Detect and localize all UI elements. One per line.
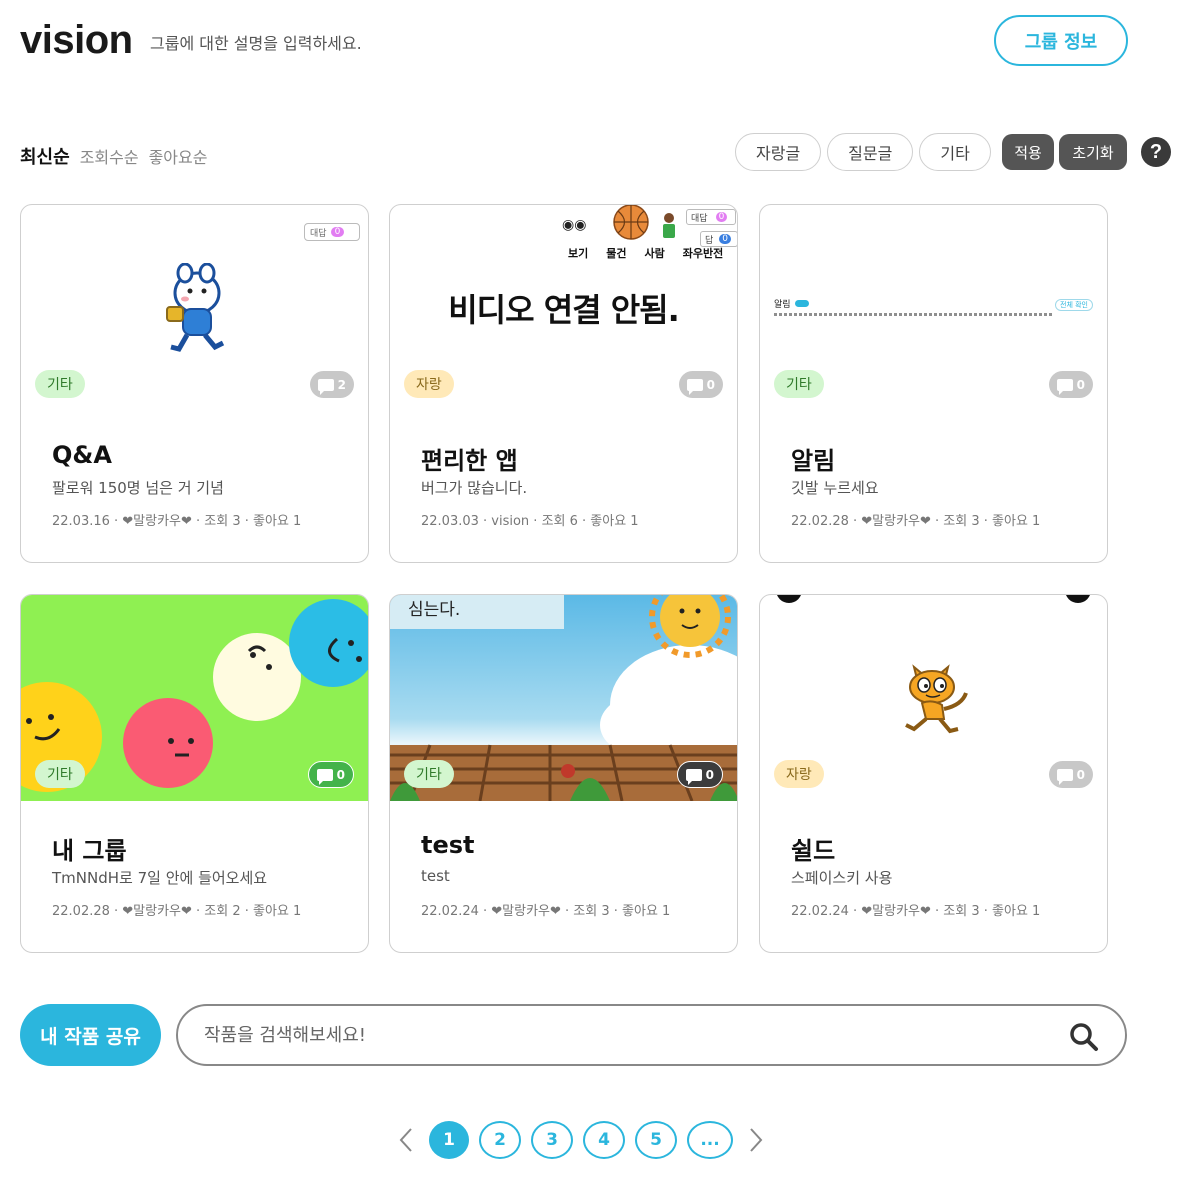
project-card[interactable]: 심는다. 기타 0 test test 22.02.24 · ❤말랑카우❤ · … [389, 594, 738, 953]
card-subtitle: 스페이스키 사용 [791, 869, 893, 887]
card-meta: 22.03.03 · vision · 조회 6 · 좋아요 1 [421, 514, 639, 529]
thumb-dot [794, 300, 809, 307]
page-button-5[interactable]: 5 [635, 1121, 677, 1159]
category-tag: 기타 [35, 370, 85, 398]
card-title: test [421, 831, 475, 859]
sort-options: 최신순 조회수순 좋아요순 [20, 143, 207, 169]
more-pages-button[interactable]: ... [687, 1121, 733, 1159]
card-meta: 22.02.24 · ❤말랑카우❤ · 조회 3 · 좋아요 1 [791, 904, 1041, 919]
card-meta: 22.03.16 · ❤말랑카우❤ · 조회 3 · 좋아요 1 [52, 514, 302, 529]
comment-count-badge: 2 [309, 371, 354, 398]
comment-count-badge: 0 [678, 371, 723, 398]
project-card[interactable]: ◉◉ 대답 0 답 0 보기 물건 사람 좌우반전 비디오 연결 안됨. 자랑 … [389, 204, 738, 563]
category-tag: 기타 [774, 370, 824, 398]
category-tag: 기타 [35, 760, 85, 788]
card-title: 내 그룹 [52, 837, 127, 865]
thumb-label: 보기 [568, 247, 589, 260]
comment-count-badge: 0 [1048, 371, 1093, 398]
corner-dot [1065, 595, 1091, 603]
comment-count: 0 [1076, 377, 1085, 392]
thumb-label: 사람 [644, 247, 665, 260]
sort-likes[interactable]: 좋아요순 [149, 144, 208, 168]
page-button-4[interactable]: 4 [583, 1121, 625, 1159]
search-box [176, 1004, 1127, 1066]
category-tag: 자랑 [404, 370, 454, 398]
thumb-badge-count: 0 [330, 227, 345, 237]
group-info-button[interactable]: 그룹 정보 [994, 15, 1128, 66]
comment-count: 0 [1076, 767, 1085, 782]
project-card[interactable]: 대답 0 기타 2 Q&A 팔로워 150명 넘은 거 기념 22.03.16 … [20, 204, 369, 563]
category-tag: 자랑 [774, 760, 824, 788]
group-description: 그룹에 대한 설명을 입력하세요. [150, 34, 362, 53]
thumb-small-title: 알림 [774, 300, 791, 310]
prev-page-icon[interactable] [393, 1121, 419, 1159]
person-icon [662, 213, 676, 243]
thumb-badge-count-2: 0 [719, 234, 732, 244]
character-illustration [166, 263, 225, 352]
card-subtitle: TmNNdH로 7일 안에 들어오세요 [52, 869, 268, 887]
thumb-label: 물건 [606, 247, 627, 260]
card-title: 알림 [791, 447, 836, 475]
filter-chip-question[interactable]: 질문글 [827, 133, 914, 171]
thumb-headline: 비디오 연결 안됨. [448, 291, 680, 329]
reset-button[interactable]: 초기화 [1059, 134, 1127, 170]
group-title: vision [20, 18, 133, 62]
page-button-1[interactable]: 1 [429, 1121, 469, 1159]
category-filters: 자랑글 질문글 기타 [735, 133, 991, 171]
card-title: 쉴드 [791, 837, 836, 865]
scratch-cat-illustration [905, 664, 968, 734]
comment-count: 2 [337, 377, 346, 392]
thumb-small-badge: 전체 확인 [1055, 299, 1093, 311]
thumb-caption: 심는다. [408, 600, 461, 620]
project-card[interactable]: 알림 전체 확인 기타 0 알림 깃발 누르세요 22.02.28 · ❤말랑카… [759, 204, 1108, 563]
comment-count-badge: 0 [307, 761, 354, 788]
thumb-badge-count: 0 [715, 212, 728, 222]
card-meta: 22.02.24 · ❤말랑카우❤ · 조회 3 · 좋아요 1 [421, 904, 671, 919]
project-card[interactable]: 기타 0 내 그룹 TmNNdH로 7일 안에 들어오세요 22.02.28 ·… [20, 594, 369, 953]
thumb-label: 좌우반전 [682, 247, 724, 260]
comment-count: 0 [336, 767, 345, 782]
thumb-text-line [774, 313, 1054, 316]
card-title: 편리한 앱 [421, 447, 518, 475]
card-meta: 22.02.28 · ❤말랑카우❤ · 조회 3 · 좋아요 1 [791, 514, 1041, 529]
card-subtitle: 버그가 많습니다. [421, 479, 528, 497]
project-card[interactable]: 자랑 0 쉴드 스페이스키 사용 22.02.24 · ❤말랑카우❤ · 조회 … [759, 594, 1108, 953]
share-project-button[interactable]: 내 작품 공유 [20, 1004, 161, 1066]
sort-latest[interactable]: 최신순 [20, 143, 70, 169]
page-button-2[interactable]: 2 [479, 1121, 521, 1159]
page-button-3[interactable]: 3 [531, 1121, 573, 1159]
basketball-icon [613, 205, 649, 240]
help-icon[interactable]: ? [1141, 137, 1171, 167]
card-meta: 22.02.28 · ❤말랑카우❤ · 조회 2 · 좋아요 1 [52, 904, 302, 919]
comment-count: 0 [706, 377, 715, 392]
apply-button[interactable]: 적용 [1002, 134, 1054, 170]
comment-count-badge: 0 [676, 761, 723, 788]
category-tag: 기타 [404, 760, 454, 788]
next-page-icon[interactable] [743, 1121, 769, 1159]
comment-count-badge: 0 [1048, 761, 1093, 788]
filter-chip-brag[interactable]: 자랑글 [735, 133, 822, 171]
search-icon[interactable] [1069, 1022, 1099, 1052]
comment-icon [1056, 378, 1073, 395]
card-title: Q&A [52, 441, 112, 469]
comment-icon [1056, 768, 1073, 785]
thumb-badge-text-2: 답 [705, 235, 714, 246]
comment-count: 0 [705, 767, 714, 782]
card-subtitle: test [421, 867, 450, 885]
card-subtitle: 깃발 누르세요 [791, 479, 879, 497]
eyes-icon: ◉◉ [562, 217, 587, 233]
search-input[interactable] [204, 1020, 1044, 1050]
comment-icon [686, 378, 703, 395]
thumb-badge-text: 대답 [691, 213, 708, 224]
comment-icon [317, 378, 334, 395]
filter-chip-etc[interactable]: 기타 [919, 133, 991, 171]
sort-views[interactable]: 조회수순 [80, 144, 139, 168]
comment-icon [316, 768, 333, 785]
thumb-badge-text: 대답 [310, 228, 327, 239]
comment-icon [685, 768, 702, 785]
card-subtitle: 팔로워 150명 넘은 거 기념 [52, 479, 224, 497]
pagination: 1 2 3 4 5 ... [393, 1121, 769, 1159]
corner-dot [776, 595, 802, 603]
